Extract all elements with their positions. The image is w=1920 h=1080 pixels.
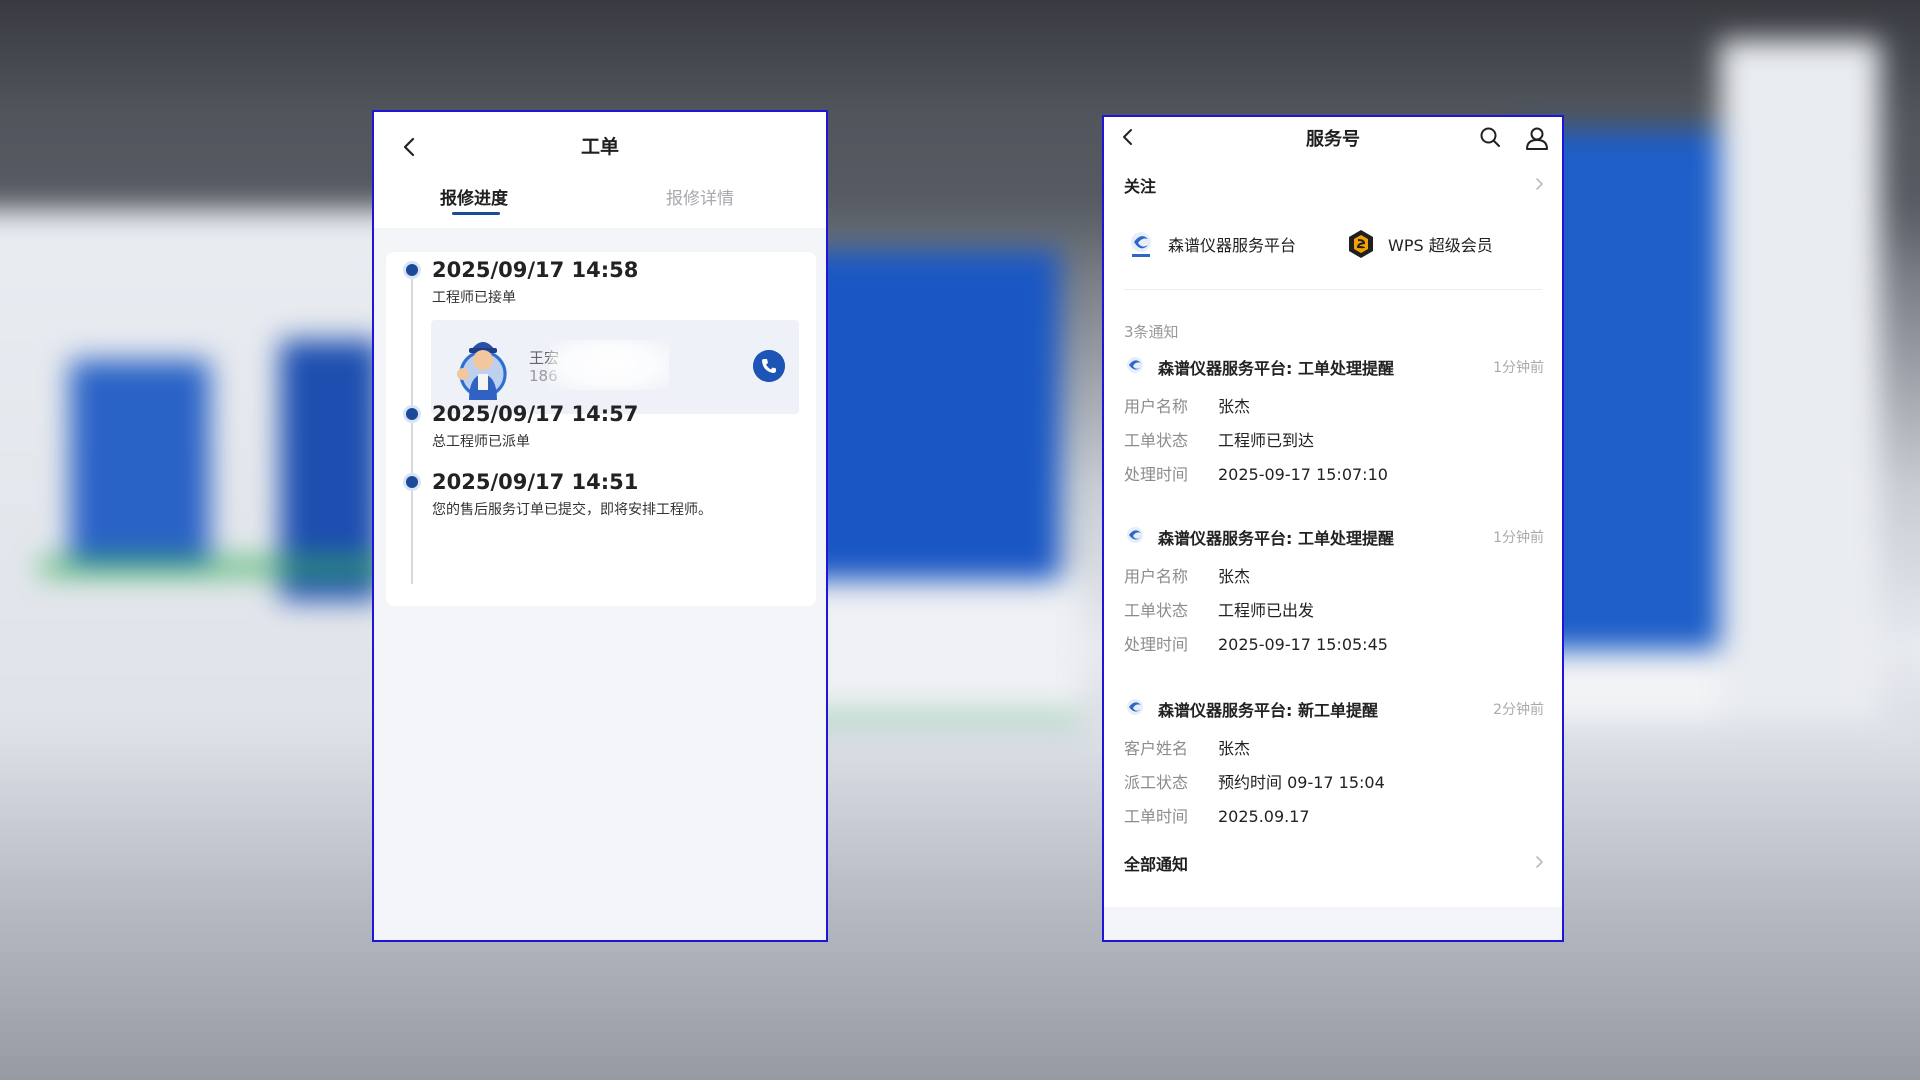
notification-row: 客户姓名 张杰	[1124, 739, 1251, 758]
search-icon[interactable]	[1478, 125, 1502, 149]
account-label: 森谱仪器服务平台	[1168, 236, 1297, 255]
notification-row: 处理时间 2025-09-17 15:05:45	[1124, 635, 1388, 654]
notification-title: 森谱仪器服务平台: 新工单提醒	[1158, 701, 1378, 720]
background	[0, 0, 1920, 1080]
notification-title: 森谱仪器服务平台: 工单处理提醒	[1158, 359, 1394, 378]
senpu-logo-icon	[1127, 357, 1143, 373]
active-tab-indicator	[452, 212, 500, 215]
followed-accounts: 关注 森谱仪器服务平台 WPS 超级会员	[1104, 157, 1562, 307]
timeline-time: 2025/09/17 14:51	[432, 470, 639, 494]
chevron-right-icon	[1536, 856, 1543, 868]
chevron-right-icon[interactable]	[1532, 177, 1546, 191]
timeline-line	[411, 274, 413, 584]
timeline-time: 2025/09/17 14:58	[432, 258, 639, 282]
notification-row: 工单时间 2025.09.17	[1124, 807, 1310, 826]
notification-row: 用户名称 张杰	[1124, 397, 1251, 416]
timeline-dot	[406, 476, 418, 488]
notification-time: 1分钟前	[1493, 530, 1544, 546]
engineer-card: 王宏 186	[431, 320, 799, 414]
senpu-logo-icon	[1127, 699, 1143, 715]
user-icon[interactable]	[1524, 125, 1550, 151]
account-senpu[interactable]: 森谱仪器服务平台	[1126, 229, 1296, 259]
notification-row: 派工状态 预约时间 09-17 15:04	[1124, 773, 1385, 792]
timeline-desc: 总工程师已派单	[432, 434, 530, 450]
work-order-screen: 工单 报修进度 报修详情 2025/09/17 14:58 工程师已接单 王宏 …	[372, 110, 828, 942]
service-account-screen: 服务号 关注 森谱仪器服务平台 WPS 超级会员 3条通知 森谱仪器服务平台: …	[1102, 115, 1564, 942]
section-title: 关注	[1124, 177, 1157, 196]
notification-count: 3条通知	[1124, 323, 1179, 341]
senpu-logo-icon	[1131, 232, 1151, 257]
all-notifications-label: 全部通知	[1124, 855, 1189, 874]
all-notifications-link[interactable]: 全部通知	[1104, 837, 1562, 907]
phone-call-icon[interactable]	[753, 350, 785, 382]
notification-row: 工单状态 工程师已出发	[1124, 601, 1315, 620]
timeline-desc: 工程师已接单	[432, 290, 516, 306]
account-wps[interactable]: WPS 超级会员	[1346, 229, 1493, 259]
timeline-desc: 您的售后服务订单已提交，即将安排工程师。	[432, 502, 712, 518]
wps-logo-icon	[1349, 230, 1373, 258]
notification-row: 用户名称 张杰	[1124, 567, 1251, 586]
engineer-avatar-icon	[457, 342, 507, 400]
tab-repair-progress[interactable]: 报修进度	[440, 184, 508, 209]
senpu-logo-icon	[1127, 527, 1143, 543]
notification-item[interactable]: 森谱仪器服务平台: 新工单提醒 2分钟前 客户姓名 张杰 派工状态 预约时间 09-…	[1104, 697, 1562, 857]
work-order-header: 工单 报修进度 报修详情	[374, 112, 826, 228]
service-header: 服务号	[1104, 117, 1562, 157]
timeline-dot	[406, 408, 418, 420]
notification-row: 处理时间 2025-09-17 15:07:10	[1124, 465, 1388, 484]
notification-row: 工单状态 工程师已到达	[1124, 431, 1315, 450]
timeline-time: 2025/09/17 14:57	[432, 402, 639, 426]
divider	[1124, 289, 1542, 290]
notification-item[interactable]: 森谱仪器服务平台: 工单处理提醒 1分钟前 用户名称 张杰 工单状态 工程师已出发 …	[1104, 525, 1562, 685]
notification-item[interactable]: 森谱仪器服务平台: 工单处理提醒 1分钟前 用户名称 张杰 工单状态 工程师已到达 …	[1104, 355, 1562, 515]
tab-repair-detail[interactable]: 报修详情	[666, 184, 734, 209]
timeline-dot	[406, 264, 418, 276]
page-title: 工单	[580, 136, 619, 158]
notification-time: 1分钟前	[1493, 360, 1544, 376]
progress-timeline: 2025/09/17 14:58 工程师已接单 王宏 186 2025/09/1…	[386, 252, 816, 606]
account-label: WPS 超级会员	[1388, 236, 1493, 255]
notification-list: 3条通知 森谱仪器服务平台: 工单处理提醒 1分钟前 用户名称 张杰 工单状态 工程…	[1104, 307, 1562, 907]
notification-time: 2分钟前	[1493, 702, 1544, 718]
notification-title: 森谱仪器服务平台: 工单处理提醒	[1158, 529, 1394, 548]
privacy-blur	[549, 340, 669, 390]
